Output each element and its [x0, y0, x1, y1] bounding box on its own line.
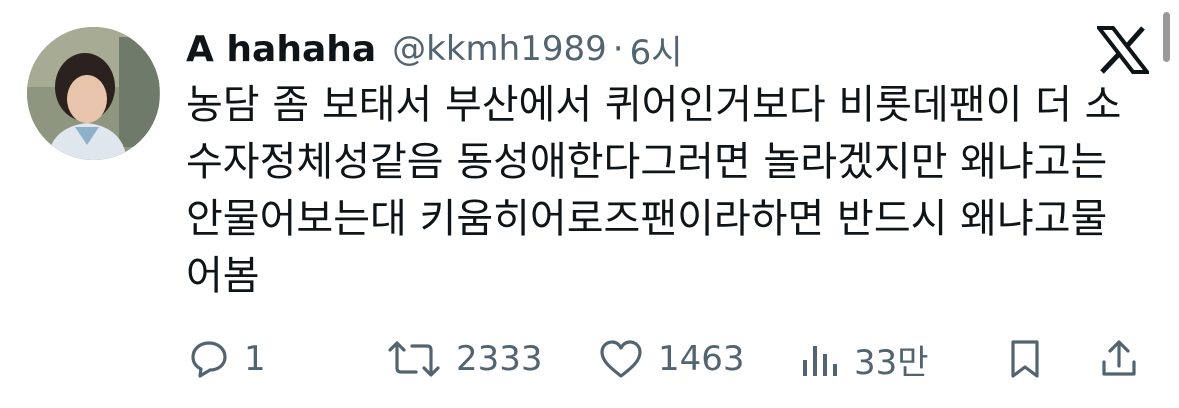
reply-icon	[191, 341, 227, 378]
display-name[interactable]: A hahaha	[186, 29, 376, 70]
tweet-text-line: 수자정체성같음 동성애한다그러면 놀라겠지만 왜냐고는	[186, 139, 1108, 185]
retweet-button[interactable]: 2333	[386, 330, 543, 388]
share-button[interactable]	[1100, 330, 1138, 388]
action-bar: 1 2333 1463 33만	[186, 330, 1146, 388]
view-count: 33만	[854, 342, 929, 383]
x-logo-icon[interactable]	[1097, 26, 1149, 74]
tweet-header: A hahaha @kkmh1989 · 6시	[186, 20, 1059, 78]
tweet-text-line: 안물어보는대 키움히어로즈팬이라하면 반드시 왜냐고물	[186, 196, 1108, 242]
reply-count: 1	[244, 339, 266, 379]
bookmark-icon	[1011, 340, 1039, 378]
bookmark-button[interactable]	[1008, 330, 1042, 388]
avatar[interactable]	[27, 27, 160, 160]
retweet-count: 2333	[456, 339, 543, 379]
timestamp[interactable]: 6시	[630, 25, 683, 74]
scrollbar[interactable]	[1163, 12, 1170, 62]
share-icon	[1102, 340, 1136, 376]
avatar-image	[27, 27, 160, 160]
tweet-text-line: 어봄	[186, 253, 260, 299]
views-icon	[803, 346, 837, 376]
tweet-text-line: 농담 좀 보태서 부산에서 퀴어인거보다 비롯데팬이 더 소	[186, 82, 1122, 128]
heart-icon	[600, 340, 642, 378]
like-button[interactable]: 1463	[598, 330, 745, 388]
user-handle[interactable]: @kkmh1989	[392, 29, 607, 69]
like-count: 1463	[658, 339, 745, 379]
views-button[interactable]: 33만	[800, 330, 929, 388]
reply-button[interactable]: 1	[188, 330, 266, 388]
retweet-icon	[388, 341, 440, 377]
separator: ·	[612, 29, 624, 69]
tweet-text: 농담 좀 보태서 부산에서 퀴어인거보다 비롯데팬이 더 소 수자정체성같음 동…	[186, 77, 1166, 305]
